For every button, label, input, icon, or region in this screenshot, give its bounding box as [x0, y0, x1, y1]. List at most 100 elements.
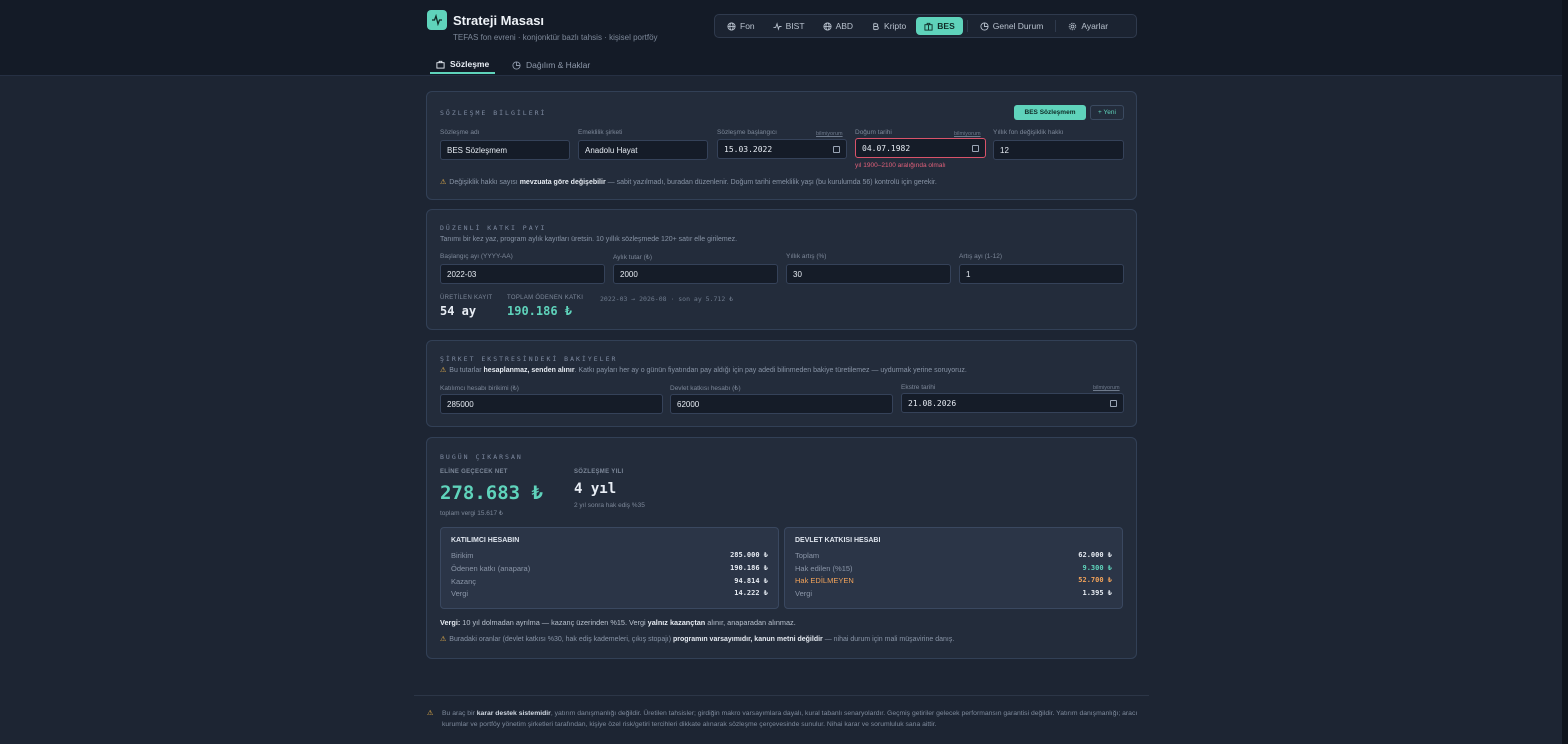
calendar-icon[interactable]	[833, 145, 840, 153]
field-label: Ekstre tarihi	[901, 384, 936, 391]
table-row: Vergi 1.395 ₺	[795, 589, 1112, 598]
nav-item-abd[interactable]: ABD	[815, 17, 861, 35]
table-row: Kazanç 94.814 ₺	[451, 577, 768, 586]
nav-item-label: Ayarlar	[1081, 21, 1109, 31]
contract-name-input[interactable]: BES Sözleşmem	[440, 140, 570, 160]
tab-sozlesme[interactable]: Sözleşme	[430, 56, 496, 74]
table-row: Vergi 14.222 ₺	[451, 589, 768, 598]
dont-know-link[interactable]: bilmiyorum	[816, 131, 843, 137]
calendar-icon[interactable]	[972, 144, 979, 152]
nav-divider	[1055, 20, 1057, 32]
year-sub: 2 yıl sonra hak ediş %35	[574, 502, 645, 509]
monthly-amount-input[interactable]: 2000	[613, 264, 778, 284]
warning-icon: ⚠	[440, 367, 447, 374]
field-label: Aylık tutar (₺)	[613, 254, 653, 261]
net-value: 278.683 ₺	[440, 482, 543, 504]
regular-contribution-card: DÜZENLİ KATKI PAYI Tanımı bir kez yaz, p…	[426, 209, 1137, 330]
field-label: Sözleşme başlangıcı	[717, 129, 777, 136]
net-sub: toplam vergi 15.617 ₺	[440, 510, 504, 517]
field-label: Artış ayı (1-12)	[959, 253, 1002, 260]
contract-select-button[interactable]: BES Sözleşmem	[1014, 105, 1086, 120]
tax-note: Vergi: 10 yıl dolmadan ayrılma — kazanç …	[440, 618, 796, 627]
nav-divider	[966, 20, 968, 32]
generated-value: 54 ay	[440, 304, 477, 318]
balances-card: ŞİRKET EKSTRESİNDEKİ BAKİYELER ⚠ Bu tutar…	[426, 340, 1137, 427]
app-logo-icon	[427, 10, 447, 30]
field-label: Sözleşme adı	[440, 129, 480, 136]
net-label: ELİNE GEÇECEK NET	[440, 469, 508, 475]
legal-disclaimer: ⚠ Bu araç bir karar destek sistemidir, y…	[427, 710, 1138, 728]
panel-title: DEVLET KATKISI HESABI	[795, 537, 881, 544]
fund-switch-rights-input[interactable]: 12	[993, 140, 1124, 160]
top-bar	[0, 0, 1562, 76]
briefcase-icon	[436, 60, 445, 69]
table-row: Ödenen katkı (anapara) 190.186 ₺	[451, 564, 768, 573]
nav-item-fon[interactable]: Fon	[719, 17, 763, 35]
nav-item-label: Fon	[740, 21, 755, 31]
state-contribution-panel: DEVLET KATKISI HESABI Toplam 62.000 ₺ Hak…	[784, 527, 1123, 609]
footer-divider	[414, 695, 1149, 696]
increase-month-input[interactable]: 1	[959, 264, 1124, 284]
globe-icon	[823, 21, 832, 31]
contract-start-date-input[interactable]: 15.03.2022	[717, 139, 847, 159]
calendar-icon[interactable]	[1110, 399, 1117, 407]
total-paid-value: 190.186 ₺	[507, 304, 573, 318]
generated-label: ÜRETİLEN KAYIT	[440, 295, 493, 301]
field-label: Yıllık fon değişiklik hakkı	[993, 129, 1064, 136]
exit-today-card: BUGÜN ÇIKARSAN ELİNE GEÇECEK NET 278.683…	[426, 437, 1137, 659]
annual-increase-input[interactable]: 30	[786, 264, 951, 284]
nav-item-kripto[interactable]: Kripto	[863, 17, 914, 35]
tab-label: Dağılım & Haklar	[526, 60, 591, 70]
company-input[interactable]: Anadolu Hayat	[578, 140, 708, 160]
field-label: Doğum tarihi	[855, 129, 892, 136]
section-title: ŞİRKET EKSTRESİNDEKİ BAKİYELER	[440, 355, 618, 363]
dont-know-link[interactable]: bilmiyorum	[1093, 385, 1120, 391]
table-row: Birikim 285.000 ₺	[451, 551, 768, 560]
contract-note: ⚠ Değişiklik hakkı sayısı mevzuata göre d…	[440, 179, 937, 186]
range-summary: 2022-03 → 2026-08 · son ay 5.712 ₺	[600, 295, 734, 303]
birth-date-error: yıl 1900–2100 aralığında olmalı	[855, 162, 946, 169]
new-contract-button[interactable]: + Yeni	[1090, 105, 1124, 120]
nav-item-label: BIST	[785, 21, 805, 31]
table-row: Hak EDİLMEYEN 52.700 ₺	[795, 576, 1112, 585]
state-contribution-input[interactable]: 62000	[670, 394, 893, 414]
statement-date-input[interactable]: 21.08.2026	[901, 393, 1124, 413]
section-title: BUGÜN ÇIKARSAN	[440, 453, 523, 461]
participant-account-panel: KATILIMCI HESABIN Birikim 285.000 ₺ Ödene…	[440, 527, 779, 609]
nav-item-label: Genel Durum	[992, 21, 1044, 31]
section-title: DÜZENLİ KATKI PAYI	[440, 224, 547, 232]
warning-icon: ⚠	[440, 636, 447, 643]
field-label: Emeklilik şirketi	[578, 129, 623, 136]
field-label: Yıllık artış (%)	[786, 253, 827, 260]
field-label: Katılımcı hesabı birikimi (₺)	[440, 385, 519, 392]
nav-item-bes[interactable]: BES	[916, 17, 963, 35]
tab-label: Sözleşme	[450, 59, 490, 69]
warning-icon: ⚠	[440, 179, 447, 186]
table-row: Hak edilen (%15) 9.300 ₺	[795, 564, 1112, 573]
globe-icon	[727, 21, 736, 31]
scrollbar[interactable]	[1562, 0, 1568, 744]
nav-item-bist[interactable]: BIST	[765, 17, 813, 35]
field-label: Devlet katkısı hesabı (₺)	[670, 385, 741, 392]
nav-item-label: BES	[937, 21, 955, 31]
tab-dagilim-haklar[interactable]: Dağılım & Haklar	[506, 56, 596, 74]
assumption-warning: ⚠ Buradaki oranlar (devlet katkısı %30, h…	[440, 636, 955, 643]
dont-know-link[interactable]: bilmiyorum	[954, 131, 981, 137]
table-row: Toplam 62.000 ₺	[795, 551, 1112, 560]
birth-date-input[interactable]: 04.07.1982	[855, 138, 986, 158]
field-label: Başlangıç ayı (YYYY-AA)	[440, 253, 513, 260]
panel-title: KATILIMCI HESABIN	[451, 537, 520, 544]
gear-icon	[1069, 22, 1077, 30]
year-label: SÖZLEŞME YILI	[574, 469, 624, 475]
participant-balance-input[interactable]: 285000	[440, 394, 663, 414]
total-paid-label: TOPLAM ÖDENEN KATKI	[507, 295, 584, 301]
bitcoin-icon	[873, 22, 879, 30]
nav-item-ayarlar[interactable]: Ayarlar	[1060, 17, 1116, 35]
nav-item-genel-durum[interactable]: Genel Durum	[972, 17, 1052, 35]
nav-item-label: ABD	[835, 21, 854, 31]
pie-chart-icon	[512, 60, 521, 70]
main-nav: Fon BIST ABD Kripto BES Genel Durum Ayar…	[714, 14, 1137, 38]
warning-icon: ⚠	[427, 710, 434, 717]
app-title: Strateji Masası	[453, 13, 545, 28]
start-month-input[interactable]: 2022-03	[440, 264, 605, 284]
